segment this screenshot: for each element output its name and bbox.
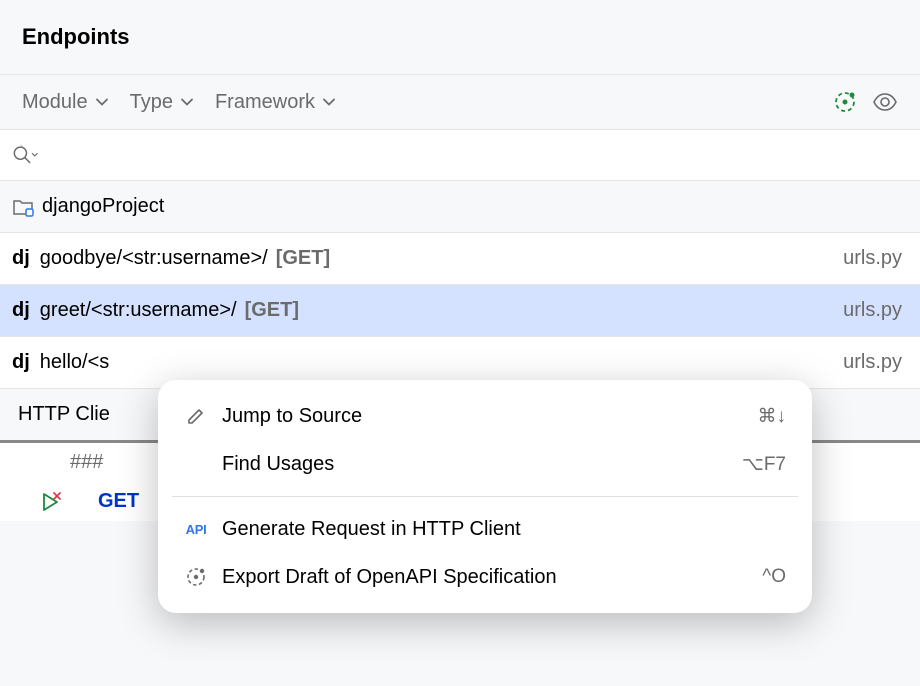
framework-filter-label: Framework [215,91,315,114]
type-filter[interactable]: Type [130,91,193,114]
api-icon: API [184,517,208,541]
menu-label: Jump to Source [222,405,744,428]
chevron-down-icon [96,98,108,106]
menu-divider [172,496,798,497]
endpoint-path: greet/<str:username>/ [40,299,237,322]
context-menu: Jump to Source ⌘↓ Find Usages ⌥F7 API Ge… [158,380,812,613]
menu-shortcut: ^O [762,566,786,588]
gauge-icon [184,565,208,589]
folder-icon [12,196,34,218]
filter-toolbar: Module Type Framework [0,75,920,130]
django-icon: dj [12,247,30,270]
django-icon: dj [12,351,30,374]
chevron-down-icon [323,98,335,106]
menu-shortcut: ⌥F7 [742,453,786,476]
endpoint-file: urls.py [843,299,908,322]
empty-icon [184,452,208,476]
search-bar[interactable] [0,130,920,181]
panel-header: Endpoints [0,0,920,75]
openapi-icon[interactable] [832,89,858,115]
module-filter-label: Module [22,91,88,114]
endpoint-file: urls.py [843,351,908,374]
django-icon: dj [12,299,30,322]
search-icon [12,142,38,168]
type-filter-label: Type [130,91,173,114]
find-usages-item[interactable]: Find Usages ⌥F7 [158,440,812,488]
http-client-label: HTTP Clie [18,403,110,425]
menu-label: Find Usages [222,453,728,476]
project-name: djangoProject [42,195,164,218]
panel-title: Endpoints [22,24,898,50]
export-openapi-item[interactable]: Export Draft of OpenAPI Specification ^O [158,553,812,601]
generate-request-item[interactable]: API Generate Request in HTTP Client [158,505,812,553]
eye-icon[interactable] [872,89,898,115]
module-filter[interactable]: Module [22,91,108,114]
run-icon[interactable] [40,491,62,513]
endpoint-file: urls.py [843,247,908,270]
framework-filter[interactable]: Framework [215,91,335,114]
endpoint-row[interactable]: dj goodbye/<str:username>/ [GET] urls.py [0,233,920,285]
endpoint-path: hello/<s [40,351,110,374]
jump-to-source-item[interactable]: Jump to Source ⌘↓ [158,392,812,440]
menu-label: Export Draft of OpenAPI Specification [222,566,748,589]
pencil-icon [184,404,208,428]
endpoint-row[interactable]: dj greet/<str:username>/ [GET] urls.py [0,285,920,337]
endpoint-method: [GET] [245,299,299,322]
http-method: GET [98,490,139,513]
project-row[interactable]: djangoProject [0,181,920,233]
menu-shortcut: ⌘↓ [758,405,787,428]
endpoint-path: goodbye/<str:username>/ [40,247,268,270]
chevron-down-icon [181,98,193,106]
menu-label: Generate Request in HTTP Client [222,518,786,541]
endpoint-method: [GET] [276,247,330,270]
